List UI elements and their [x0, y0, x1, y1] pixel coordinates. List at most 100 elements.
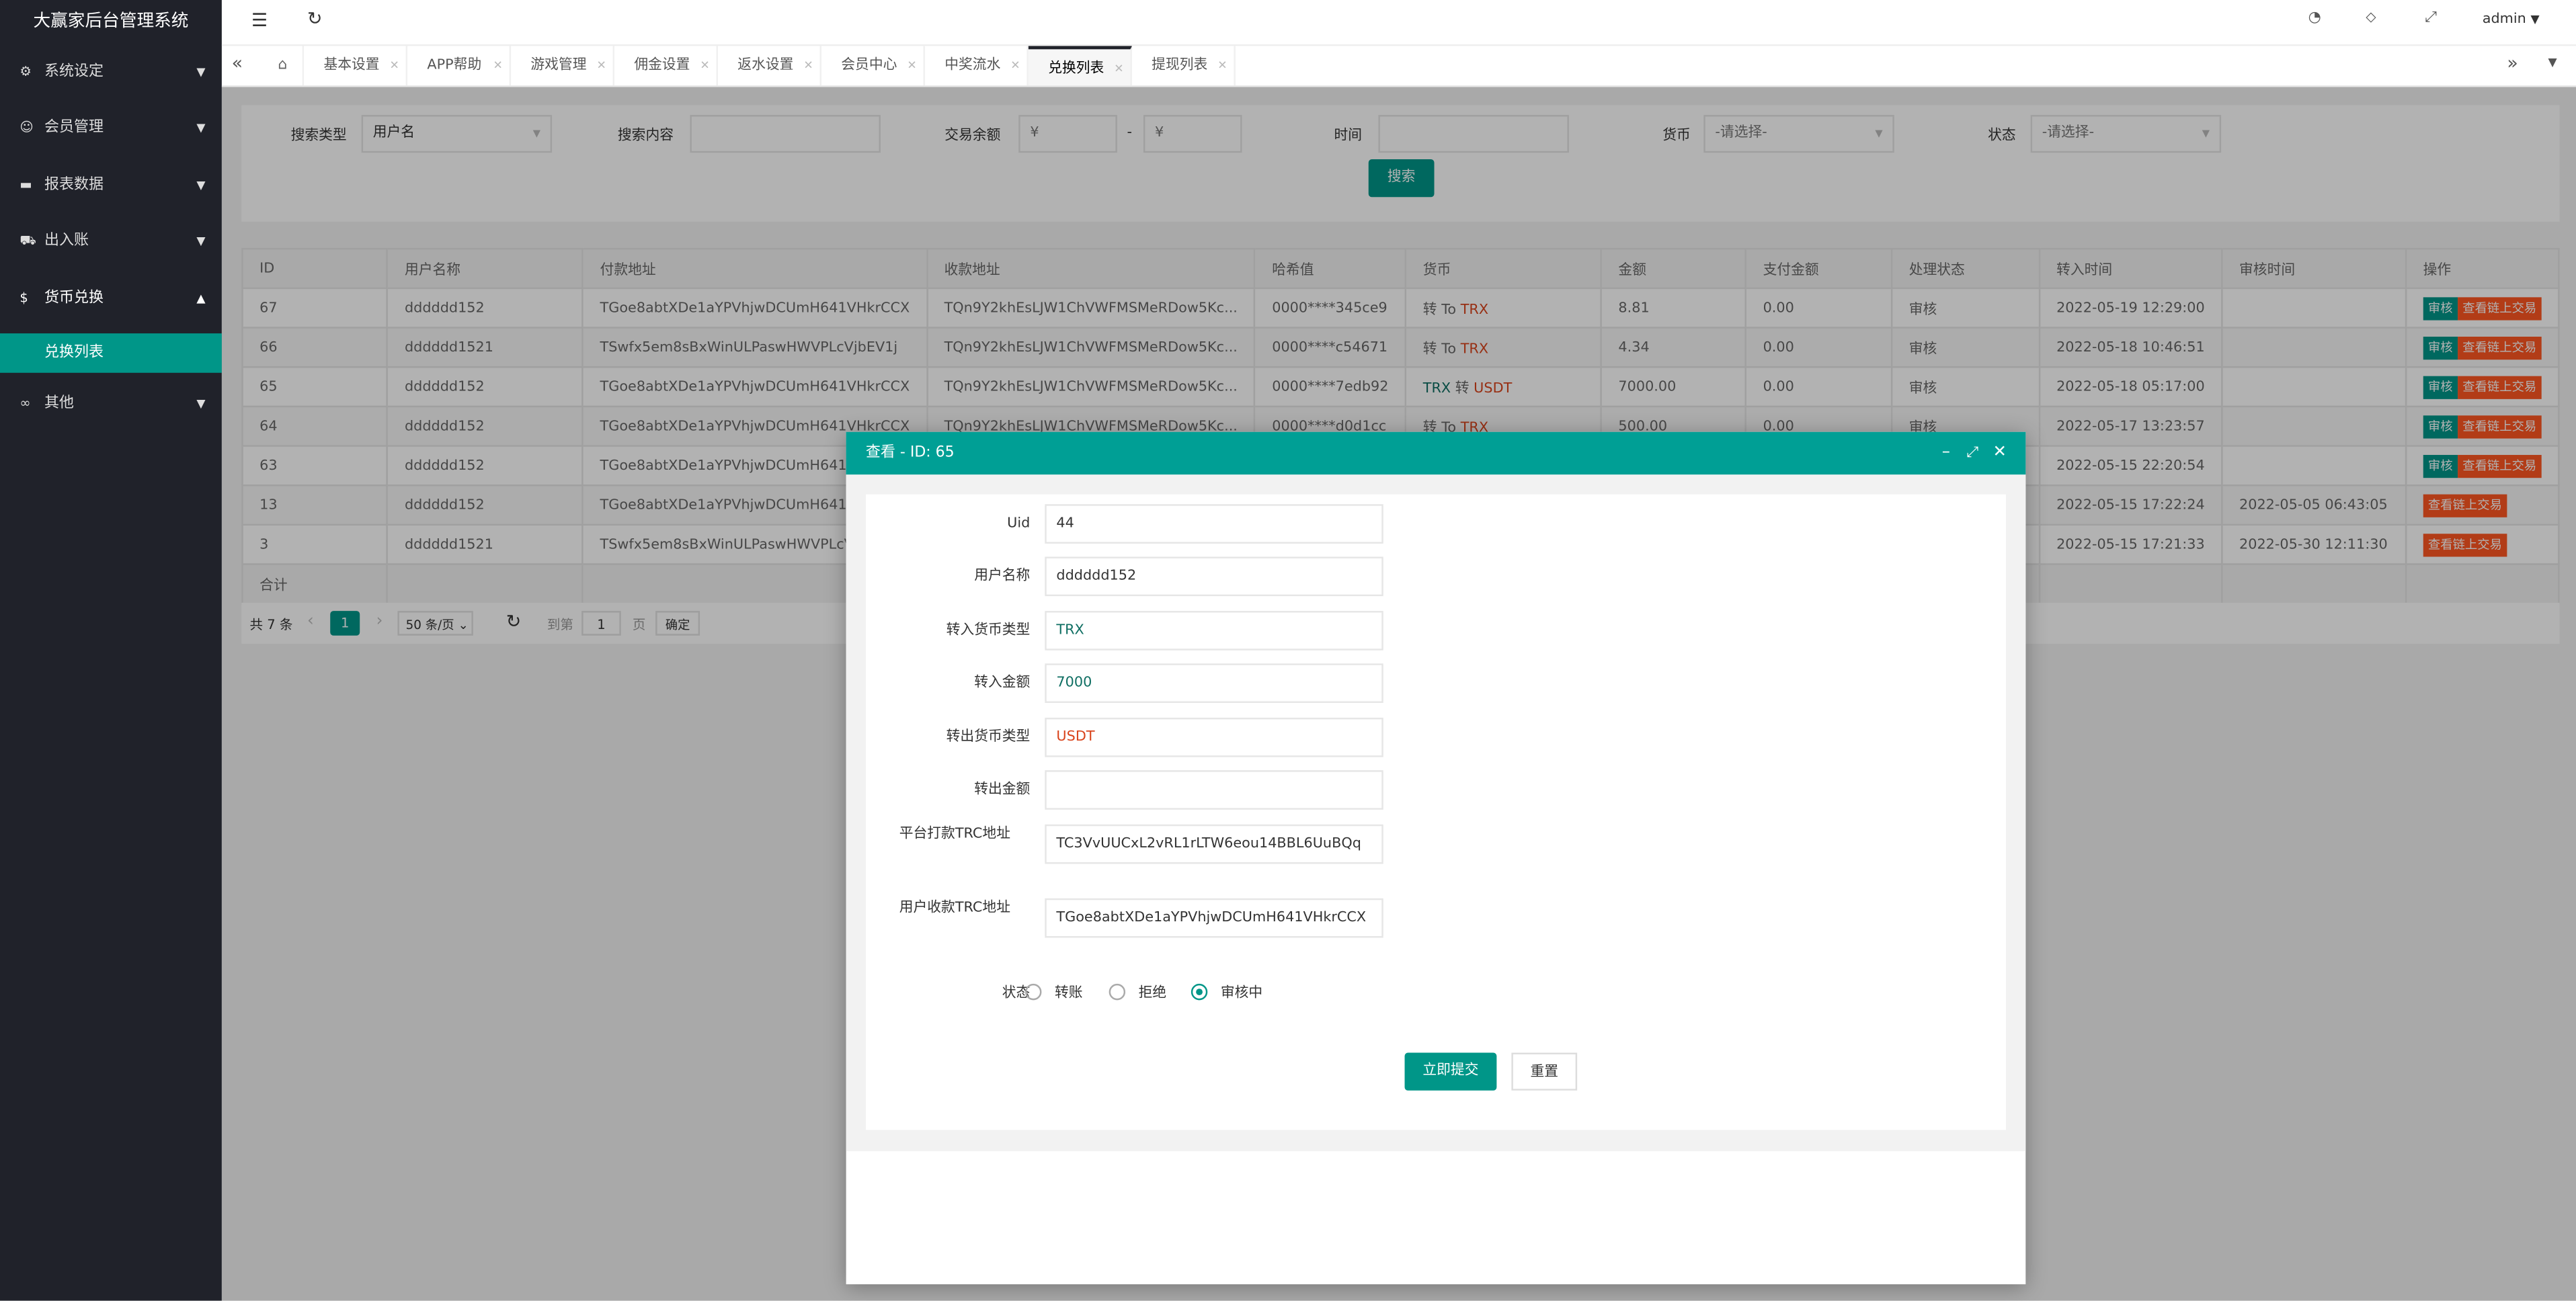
close-icon[interactable]: ✕	[1993, 432, 2007, 475]
close-tab-icon[interactable]: ✕	[907, 46, 916, 85]
sidebar-item[interactable]: ☺ 会员管理 ▼	[0, 100, 222, 156]
status-radio[interactable]: 审核中	[1191, 982, 1262, 1002]
close-tab-icon[interactable]: ✕	[700, 46, 709, 85]
user-menu[interactable]: admin ▼	[2483, 11, 2540, 28]
menu-toggle-icon[interactable]: ☰	[251, 10, 268, 32]
car-icon: ⛟	[19, 233, 36, 249]
reset-button[interactable]: 重置	[1511, 1052, 1578, 1091]
tab-label: 会员中心	[841, 57, 897, 74]
tab[interactable]: 兑换列表 ✕	[1028, 46, 1132, 86]
sidebar-item[interactable]: ⚙ 系统设定 ▼	[0, 44, 222, 100]
chevron-down-icon: ▼	[196, 179, 206, 192]
link-icon: ∞	[19, 395, 31, 411]
refresh-icon[interactable]: ↻	[307, 8, 323, 30]
app-title: 大赢家后台管理系统	[33, 11, 189, 32]
tab-bar: « ⌂ 基本设置 ✕ APP帮助 ✕ 游戏管理 ✕ 佣金设置 ✕ 返水设置 ✕ 会员中心 ✕ 中奖流水 ✕…	[221, 46, 2576, 87]
field-input[interactable]: USDT	[1045, 717, 1383, 757]
sidebar-item-label: 系统设定	[44, 64, 104, 81]
sidebar-subitem-exchange-list[interactable]: 兑换列表	[0, 333, 222, 373]
user-icon: ☺	[19, 120, 34, 135]
chevron-down-icon: ▼	[196, 121, 206, 135]
status-radio[interactable]: 拒绝	[1109, 982, 1167, 1002]
chat-icon: ▬	[19, 177, 32, 192]
view-dialog: 查看 - ID: 65 – ⤢ ✕ Uid 44 用户名称 dddddd152 转入…	[846, 431, 2026, 1285]
field-label: 转入货币类型	[946, 622, 1031, 639]
status-radio[interactable]: 转账	[1024, 982, 1083, 1002]
field-input[interactable]: TGoe8abtXDe1aYPVhjwDCUmH641VHkrCCX	[1045, 898, 1383, 938]
field-input[interactable]: dddddd152	[1045, 556, 1383, 597]
dialog-body: Uid 44 用户名称 dddddd152 转入货币类型 TRX 转入金额 7000 转…	[846, 474, 2026, 1152]
field-label: 转出金额	[974, 782, 1031, 798]
field-input[interactable]: 7000	[1045, 663, 1383, 703]
field-label: 转出货币类型	[946, 729, 1031, 746]
username: admin	[2482, 11, 2526, 28]
tab-label: APP帮助	[427, 57, 482, 74]
sidebar-item[interactable]: ▬ 报表数据 ▼	[0, 158, 222, 214]
radio-unchecked-icon	[1024, 983, 1042, 1001]
minimize-icon[interactable]: –	[1942, 432, 1950, 475]
gear-icon: ⚙	[19, 64, 32, 79]
chevron-up-icon: ▲	[196, 292, 206, 306]
chevron-down-icon: ▼	[196, 65, 206, 79]
field-input[interactable]: TRX	[1045, 611, 1383, 650]
tab[interactable]: 返水设置 ✕	[718, 46, 821, 86]
tab[interactable]: APP帮助 ✕	[407, 46, 512, 86]
tab[interactable]: 会员中心 ✕	[821, 46, 925, 86]
dollar-icon: $	[19, 290, 28, 306]
sidebar-item[interactable]: $ 货币兑换 ▲	[0, 271, 222, 327]
close-tab-icon[interactable]: ✕	[1217, 46, 1227, 85]
tab-label: 基本设置	[323, 57, 380, 74]
tab-label: 提现列表	[1152, 57, 1208, 74]
sidebar-subitem-label: 兑换列表	[44, 345, 104, 362]
tab-label: 游戏管理	[530, 57, 587, 74]
field-label: 转入金额	[974, 675, 1031, 691]
sidebar-item[interactable]: ⛟ 出入账 ▼	[0, 214, 222, 269]
tab[interactable]: 游戏管理 ✕	[511, 46, 615, 86]
close-tab-icon[interactable]: ✕	[493, 46, 502, 85]
field-input[interactable]	[1045, 770, 1383, 810]
maximize-icon[interactable]: ⤢	[1966, 432, 1978, 475]
sidebar-item-label: 出入账	[44, 233, 89, 250]
radio-unchecked-icon	[1109, 983, 1126, 1001]
field-label: 用户名称	[974, 568, 1031, 585]
tab-menu-icon[interactable]: ▼	[2548, 56, 2557, 69]
sidebar-item-label: 会员管理	[44, 120, 104, 136]
tab-label: 返水设置	[737, 57, 794, 74]
radio-label: 拒绝	[1138, 985, 1167, 1002]
tab-label: 中奖流水	[944, 57, 1001, 74]
sidebar-item[interactable]: ∞ 其他 ▼	[0, 376, 222, 432]
tab[interactable]: 提现列表 ✕	[1132, 46, 1236, 86]
field-label: 用户收款TRC地址	[899, 900, 1010, 917]
tab-label: 佣金设置	[634, 57, 690, 74]
close-tab-icon[interactable]: ✕	[1114, 49, 1123, 89]
close-tab-icon[interactable]: ✕	[390, 46, 399, 85]
tag-icon[interactable]: ⬦	[2366, 10, 2376, 26]
field-input[interactable]: TC3VvUUCxL2vRL1rLTW6eou14BBL6UuBQq	[1045, 824, 1383, 864]
theme-icon[interactable]: ◔	[2308, 10, 2321, 26]
scroll-right-icon[interactable]: »	[2507, 52, 2518, 74]
close-tab-icon[interactable]: ✕	[1010, 46, 1020, 85]
sidebar-item-label: 货币兑换	[44, 290, 104, 308]
dialog-header: 查看 - ID: 65 – ⤢ ✕	[846, 431, 2026, 475]
tab[interactable]: 基本设置 ✕	[304, 46, 408, 86]
fullscreen-icon[interactable]: ⤢	[2425, 10, 2437, 26]
close-tab-icon[interactable]: ✕	[596, 46, 606, 85]
submit-button[interactable]: 立即提交	[1404, 1052, 1497, 1091]
field-label: Uid	[1007, 515, 1031, 532]
status-field-label: 状态	[1002, 985, 1031, 1002]
field-input[interactable]: 44	[1045, 504, 1383, 544]
sidebar-item-label: 报表数据	[44, 177, 104, 194]
chevron-down-icon: ▼	[2530, 13, 2540, 27]
tab[interactable]: 佣金设置 ✕	[614, 46, 718, 86]
radio-checked-icon	[1191, 983, 1208, 1001]
field-label: 平台打款TRC地址	[899, 826, 1010, 843]
home-icon[interactable]: ⌂	[263, 46, 305, 86]
tab[interactable]: 中奖流水 ✕	[925, 46, 1029, 86]
sidebar: 大赢家后台管理系统 ⚙ 系统设定 ▼ ☺ 会员管理 ▼ ▬ 报表数据 ▼ ⛟ 出入账 ▼ $ 货币兑换 ▲ ∞…	[0, 0, 222, 1301]
top-header: ☰ ↻ ◔ ⬦ ⤢ admin ▼	[221, 0, 2576, 46]
chevron-down-icon: ▼	[196, 235, 206, 249]
view-form: Uid 44 用户名称 dddddd152 转入货币类型 TRX 转入金额 7000 转…	[865, 494, 2007, 1130]
scroll-left-icon[interactable]: «	[232, 52, 243, 74]
close-tab-icon[interactable]: ✕	[803, 46, 813, 85]
chevron-down-icon: ▼	[196, 397, 206, 411]
